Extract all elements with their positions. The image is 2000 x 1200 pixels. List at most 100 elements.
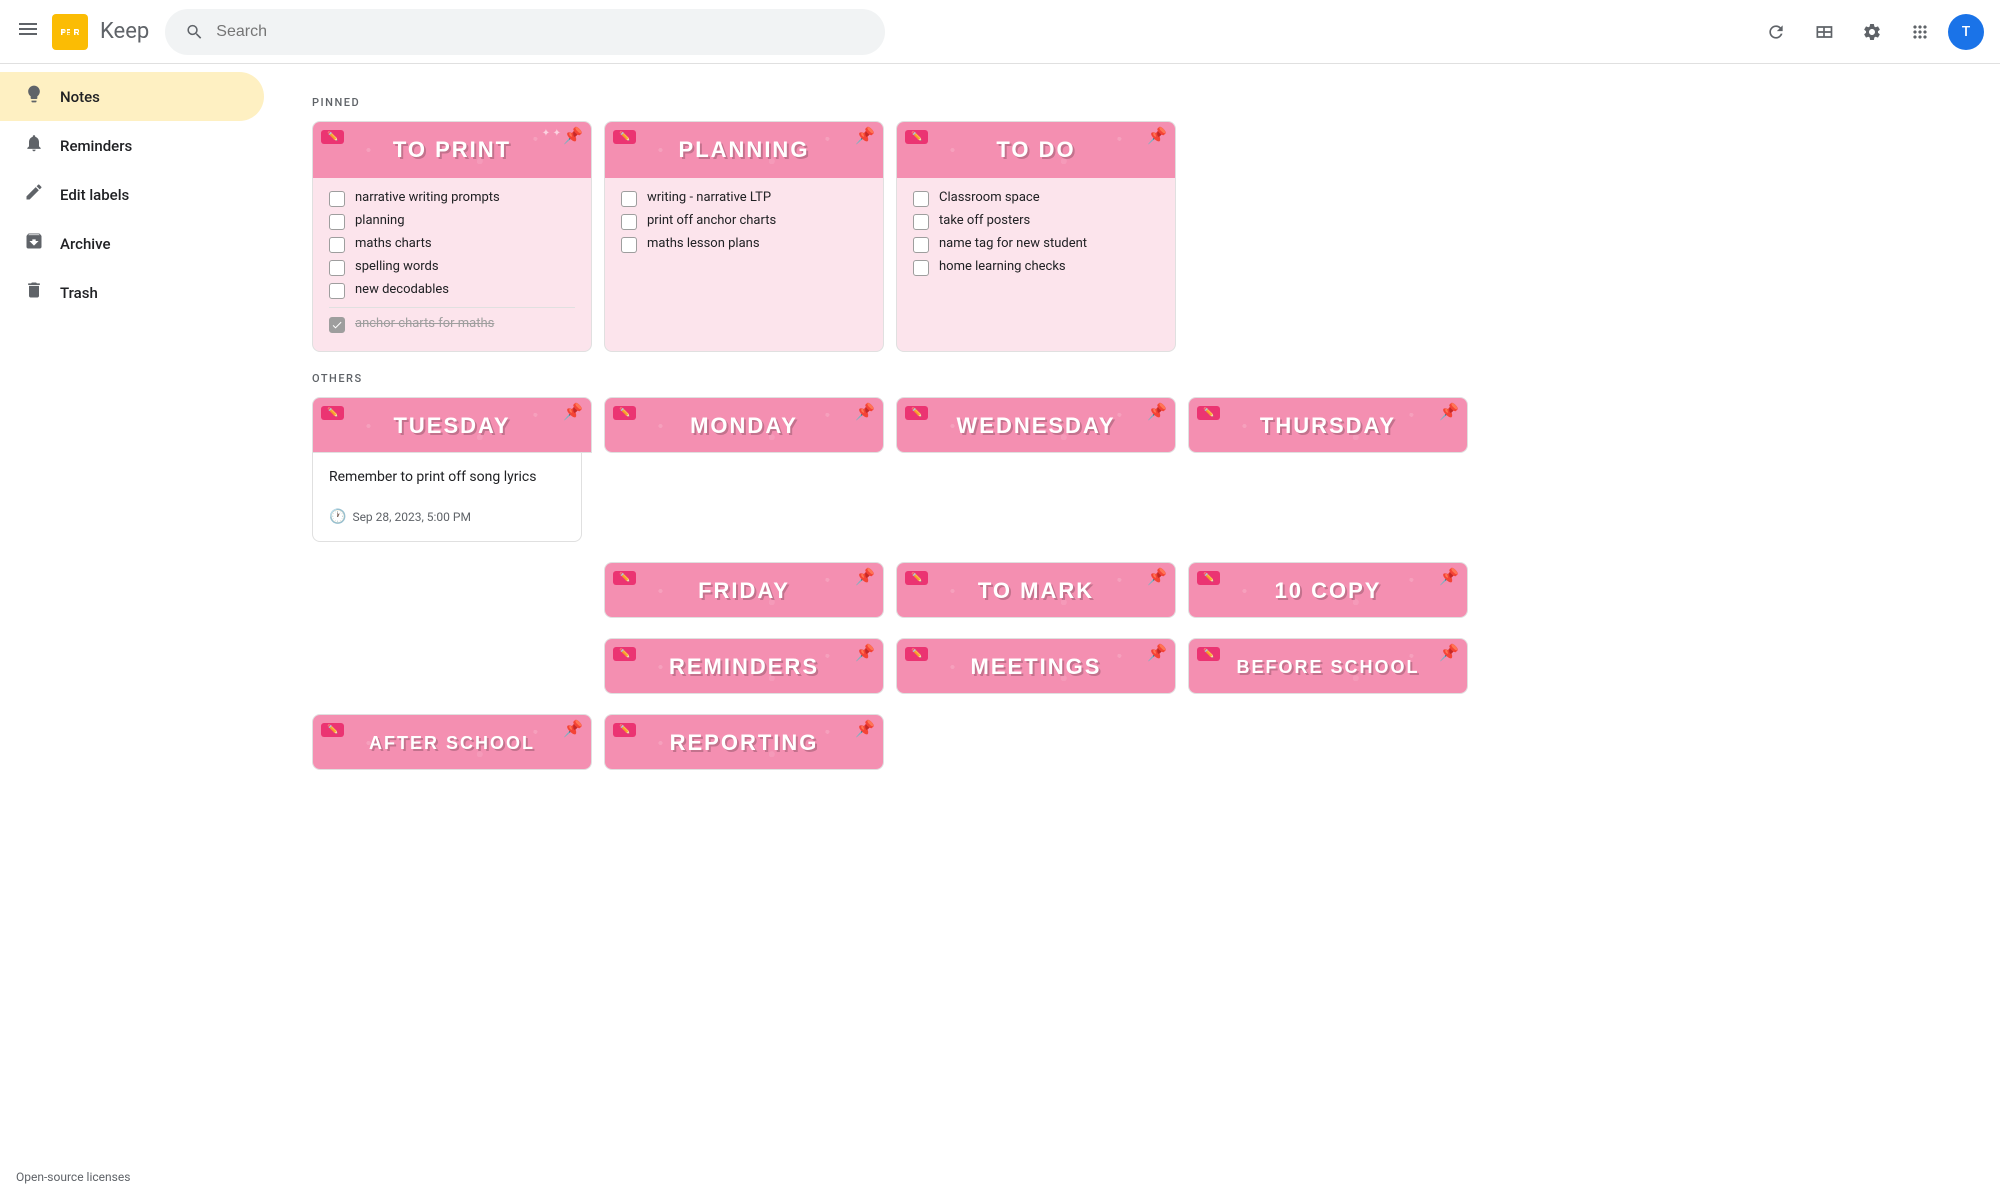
clock-icon: 🕐	[329, 509, 346, 525]
note-planning[interactable]: 📌 ✏️ PLANNING writing - narrative LTP pr…	[604, 121, 884, 352]
reminder-text: Remember to print off song lyrics	[329, 469, 565, 485]
checkbox[interactable]	[913, 237, 929, 253]
checklist-item[interactable]: writing - narrative LTP	[621, 190, 867, 207]
checkbox[interactable]	[913, 191, 929, 207]
note-to-print[interactable]: 📌 ✏️ ✦ ✦ TO PRINT narrative writing prom…	[312, 121, 592, 352]
sidebar-reminders-label: Reminders	[60, 137, 132, 155]
to-print-banner: 📌 ✏️ ✦ ✦ TO PRINT	[313, 122, 591, 178]
meetings-banner: ✏️ 📌 MEETINGS	[897, 639, 1175, 694]
to-print-body: narrative writing prompts planning maths…	[313, 178, 591, 351]
checkbox[interactable]	[913, 214, 929, 230]
menu-icon[interactable]	[16, 17, 40, 47]
reporting-banner: ✏️ 📌 REPORTING	[605, 715, 883, 770]
to-print-title: TO PRINT	[393, 137, 511, 163]
checkbox[interactable]	[621, 191, 637, 207]
to-do-body: Classroom space take off posters name ta…	[897, 178, 1175, 294]
others-notes-grid-4: ✏️ 📌 AFTER SCHOOL ✏️ 📌 REPORTING	[312, 714, 1968, 770]
note-to-copy[interactable]: ✏️ 📌 10 COPY	[1188, 562, 1468, 618]
planning-title: PLANNING	[679, 137, 810, 163]
item-text: anchor charts for maths	[355, 316, 494, 331]
to-do-title: TO DO	[996, 137, 1075, 163]
pin-icon: 📌	[855, 643, 875, 662]
reminder-time: 🕐 Sep 28, 2023, 5:00 PM	[329, 509, 565, 525]
note-tuesday[interactable]: ✏️ 📌 TUESDAY	[312, 397, 592, 453]
checklist-item[interactable]: name tag for new student	[913, 236, 1159, 253]
note-reporting[interactable]: ✏️ 📌 REPORTING	[604, 714, 884, 770]
checkbox[interactable]	[329, 237, 345, 253]
open-source-link[interactable]: Open-source licenses	[16, 1170, 130, 1184]
note-to-mark[interactable]: ✏️ 📌 TO MARK	[896, 562, 1176, 618]
checkbox[interactable]	[621, 237, 637, 253]
checklist-item[interactable]: maths lesson plans	[621, 236, 867, 253]
checklist-item[interactable]: spelling words	[329, 259, 575, 276]
sidebar-item-notes[interactable]: Notes	[0, 72, 264, 121]
note-wednesday[interactable]: ✏️ 📌 WEDNESDAY	[896, 397, 1176, 453]
search-bar[interactable]	[165, 9, 885, 55]
to-do-banner: 📌 ✏️ TO DO	[897, 122, 1175, 178]
user-avatar[interactable]: T	[1948, 14, 1984, 50]
note-meetings[interactable]: ✏️ 📌 MEETINGS	[896, 638, 1176, 694]
sidebar-item-reminders[interactable]: Reminders	[0, 121, 264, 170]
reporting-title: REPORTING	[670, 730, 819, 756]
sidebar-item-edit-labels[interactable]: Edit labels	[0, 170, 264, 219]
sidebar-item-trash[interactable]: Trash	[0, 268, 264, 317]
topbar-right: T	[1756, 12, 1984, 52]
checklist-item-checked[interactable]: anchor charts for maths	[329, 316, 575, 333]
spacer	[312, 638, 592, 694]
checklist-item[interactable]: planning	[329, 213, 575, 230]
main-content: PINNED 📌 ✏️ ✦ ✦ TO PRINT narrative writi…	[280, 64, 2000, 1200]
trash-icon	[24, 280, 44, 305]
layout-toggle-button[interactable]	[1804, 12, 1844, 52]
item-text: home learning checks	[939, 259, 1066, 274]
checkbox[interactable]	[329, 283, 345, 299]
to-copy-banner: ✏️ 📌 10 COPY	[1189, 563, 1467, 618]
checkbox[interactable]	[329, 260, 345, 276]
note-before-school[interactable]: ✏️ 📌 BEFORE SCHOOL	[1188, 638, 1468, 694]
checkbox[interactable]	[329, 191, 345, 207]
checklist-item[interactable]: print off anchor charts	[621, 213, 867, 230]
checkbox-checked[interactable]	[329, 317, 345, 333]
sidebar-trash-label: Trash	[60, 284, 98, 302]
checklist-item[interactable]: Classroom space	[913, 190, 1159, 207]
checkbox[interactable]	[329, 214, 345, 230]
note-monday[interactable]: ✏️ 📌 MONDAY	[604, 397, 884, 453]
settings-button[interactable]	[1852, 12, 1892, 52]
after-school-banner: ✏️ 📌 AFTER SCHOOL	[313, 715, 591, 770]
app-name: Keep	[100, 19, 149, 44]
planning-body: writing - narrative LTP print off anchor…	[605, 178, 883, 271]
pinned-section-label: PINNED	[312, 96, 1968, 109]
item-text: spelling words	[355, 259, 439, 274]
topbar: Keep T	[0, 0, 2000, 64]
item-text: planning	[355, 213, 405, 228]
note-to-do[interactable]: 📌 ✏️ TO DO Classroom space take off post…	[896, 121, 1176, 352]
search-input[interactable]	[216, 23, 865, 41]
refresh-button[interactable]	[1756, 12, 1796, 52]
item-text: narrative writing prompts	[355, 190, 500, 205]
to-copy-title: 10 COPY	[1275, 578, 1382, 604]
thursday-banner: ✏️ 📌 THURSDAY	[1189, 398, 1467, 453]
checklist-item[interactable]: new decodables	[329, 282, 575, 299]
reminder-note[interactable]: Remember to print off song lyrics 🕐 Sep …	[312, 453, 582, 542]
pin-icon: 📌	[855, 567, 875, 586]
note-reminders[interactable]: ✏️ 📌 REMINDERS	[604, 638, 884, 694]
checklist-item[interactable]: maths charts	[329, 236, 575, 253]
planning-banner: 📌 ✏️ PLANNING	[605, 122, 883, 178]
checklist-item[interactable]: take off posters	[913, 213, 1159, 230]
item-text: maths charts	[355, 236, 432, 251]
edit-labels-icon	[24, 182, 44, 207]
checklist-item[interactable]: home learning checks	[913, 259, 1159, 276]
before-school-title: BEFORE SCHOOL	[1236, 657, 1419, 678]
sidebar-item-archive[interactable]: Archive	[0, 219, 264, 268]
item-text: writing - narrative LTP	[647, 190, 771, 205]
pin-icon: 📌	[855, 719, 875, 738]
others-section-label: OTHERS	[312, 372, 1968, 385]
note-friday[interactable]: ✏️ 📌 FRIDAY	[604, 562, 884, 618]
apps-button[interactable]	[1900, 12, 1940, 52]
checkbox[interactable]	[913, 260, 929, 276]
checklist-item[interactable]: narrative writing prompts	[329, 190, 575, 207]
note-after-school[interactable]: ✏️ 📌 AFTER SCHOOL	[312, 714, 592, 770]
checkbox[interactable]	[621, 214, 637, 230]
tuesday-banner: ✏️ 📌 TUESDAY	[313, 398, 591, 453]
before-school-banner: ✏️ 📌 BEFORE SCHOOL	[1189, 639, 1467, 694]
note-thursday[interactable]: ✏️ 📌 THURSDAY	[1188, 397, 1468, 453]
